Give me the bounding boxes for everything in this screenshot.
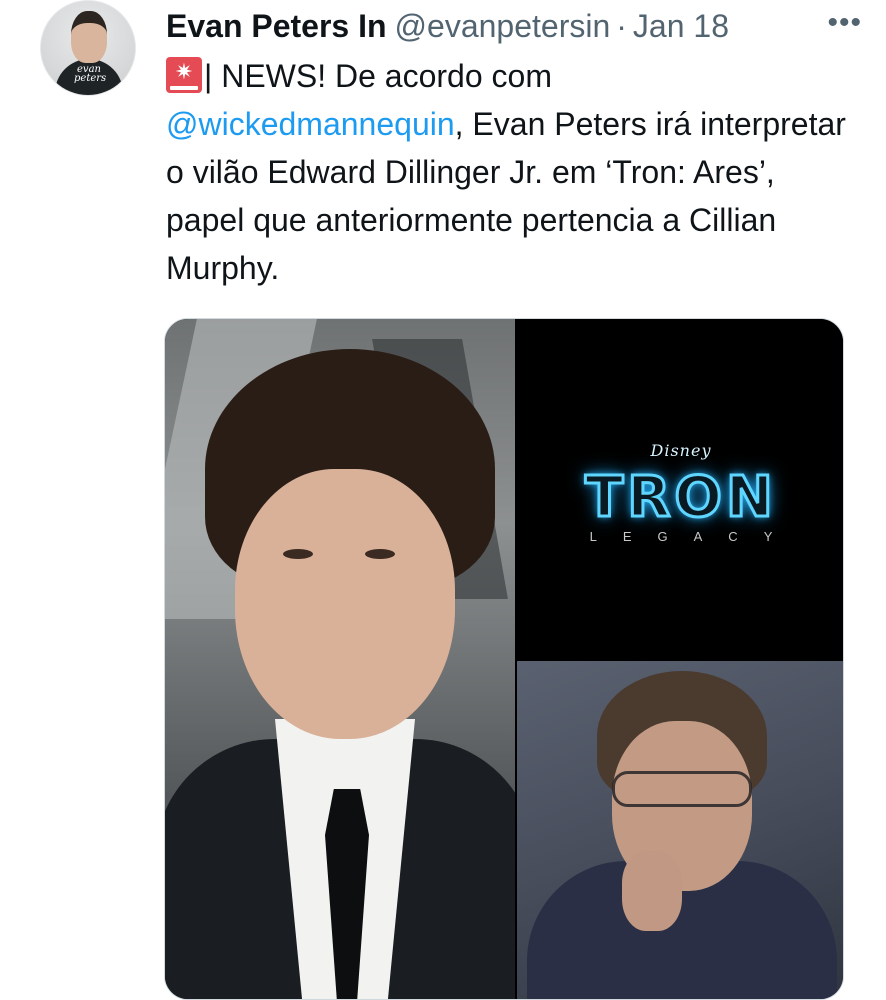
photo-cillian-murphy[interactable] <box>517 661 843 999</box>
author-handle[interactable]: @evanpetersin <box>395 8 611 45</box>
header-separator: · <box>616 7 627 44</box>
tweet-media-grid[interactable]: Disney TRON LEGACY <box>164 318 844 1000</box>
more-options-icon[interactable]: ••• <box>827 6 862 40</box>
tweet-date[interactable]: Jan 18 <box>633 8 729 45</box>
avatar-signature-logo: evan peters <box>74 64 107 84</box>
avatar-head <box>71 11 107 63</box>
tweet-text-part1: | NEWS! De acordo com <box>204 58 552 94</box>
legacy-subtitle: LEGACY <box>589 529 799 544</box>
author-avatar[interactable]: evan peters <box>40 0 136 96</box>
mention-link[interactable]: @wickedmannequin <box>166 106 455 142</box>
disney-logo: Disney <box>650 441 712 460</box>
photo-tron-legacy-poster[interactable]: Disney TRON LEGACY <box>517 319 843 659</box>
photo-evan-peters[interactable] <box>165 319 515 999</box>
author-name[interactable]: Evan Peters In <box>166 8 387 45</box>
police-car-light-icon <box>166 57 202 93</box>
tweet-header: Evan Peters In @evanpetersin · Jan 18 <box>166 4 866 48</box>
tweet-text: | NEWS! De acordo com @wickedmannequin, … <box>166 52 846 292</box>
tron-logo: TRON <box>584 464 777 532</box>
